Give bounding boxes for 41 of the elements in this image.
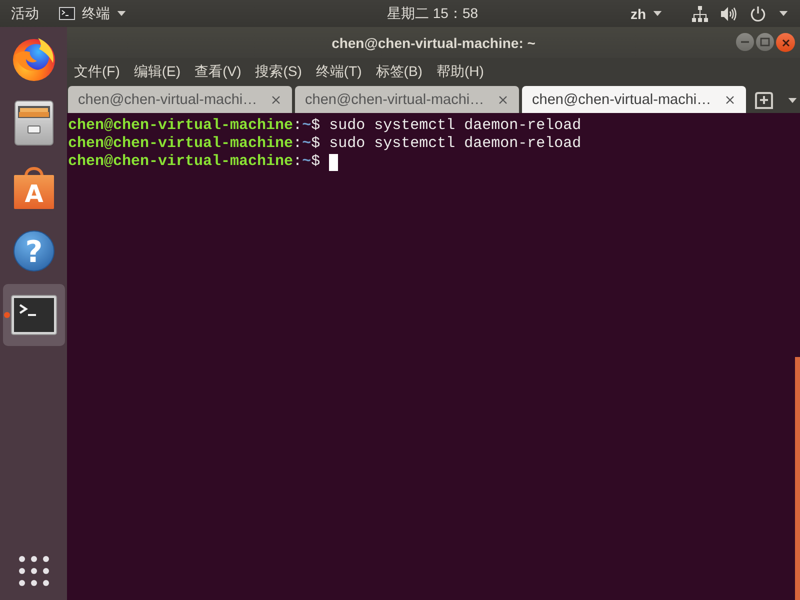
menu-item[interactable]: 编辑(E) — [126, 61, 188, 83]
terminal-icon — [59, 7, 75, 20]
caret-icon — [653, 11, 662, 16]
maximize-icon — [760, 37, 770, 47]
terminal-line: chen@chen-virtual-machine:~$ sudo systemctl daemon-reload — [68, 117, 582, 135]
menu-item[interactable]: 标签(B) — [368, 61, 430, 83]
app-menu-button[interactable]: 终端 — [59, 4, 126, 24]
window-title: chen@chen-virtual-machine: ~ — [332, 34, 536, 50]
volume-icon — [721, 6, 737, 20]
close-icon[interactable] — [499, 96, 507, 104]
dock-item[interactable] — [2, 284, 64, 346]
close-icon[interactable] — [272, 96, 280, 104]
new-tab-icon[interactable] — [755, 92, 773, 109]
terminal-line: chen@chen-virtual-machine:~$ sudo systemctl daemon-reload — [68, 135, 582, 153]
power-icon — [750, 6, 766, 22]
close-icon — [780, 38, 790, 48]
activities-button[interactable]: 活动 — [11, 4, 39, 24]
dots-grid-icon[interactable] — [18, 556, 48, 586]
browser-icon[interactable] — [12, 37, 56, 81]
tab[interactable]: chen@chen-virtual-machi… — [295, 86, 519, 113]
close-button[interactable] — [776, 33, 795, 52]
clock-button[interactable]: 星期二 15：58 — [387, 4, 478, 24]
minimize-button[interactable] — [736, 33, 754, 51]
caret-icon[interactable] — [788, 98, 797, 103]
input-method-button[interactable]: zh — [630, 4, 662, 24]
menu-item[interactable]: 帮助(H) — [429, 61, 491, 83]
caret-icon — [779, 11, 788, 16]
menu-item[interactable]: 终端(T) — [308, 61, 369, 83]
system-menu-button[interactable] — [692, 4, 788, 24]
maximize-button[interactable] — [756, 33, 774, 51]
terminal-icon[interactable] — [10, 295, 56, 335]
menu-item[interactable]: 搜索(S) — [248, 61, 309, 83]
network-icon — [692, 6, 708, 22]
tab[interactable]: chen@chen-virtual-machi… — [522, 86, 746, 113]
close-icon[interactable] — [726, 96, 734, 104]
caret-icon — [117, 11, 126, 16]
tab[interactable]: chen@chen-virtual-machi… — [68, 86, 292, 113]
file-cabinet-icon[interactable] — [14, 100, 54, 146]
menu-item[interactable]: 查看(V) — [188, 61, 248, 83]
menu-item[interactable]: 文件(F) — [67, 61, 127, 83]
terminal-line: chen@chen-virtual-machine:~$ — [68, 153, 322, 171]
